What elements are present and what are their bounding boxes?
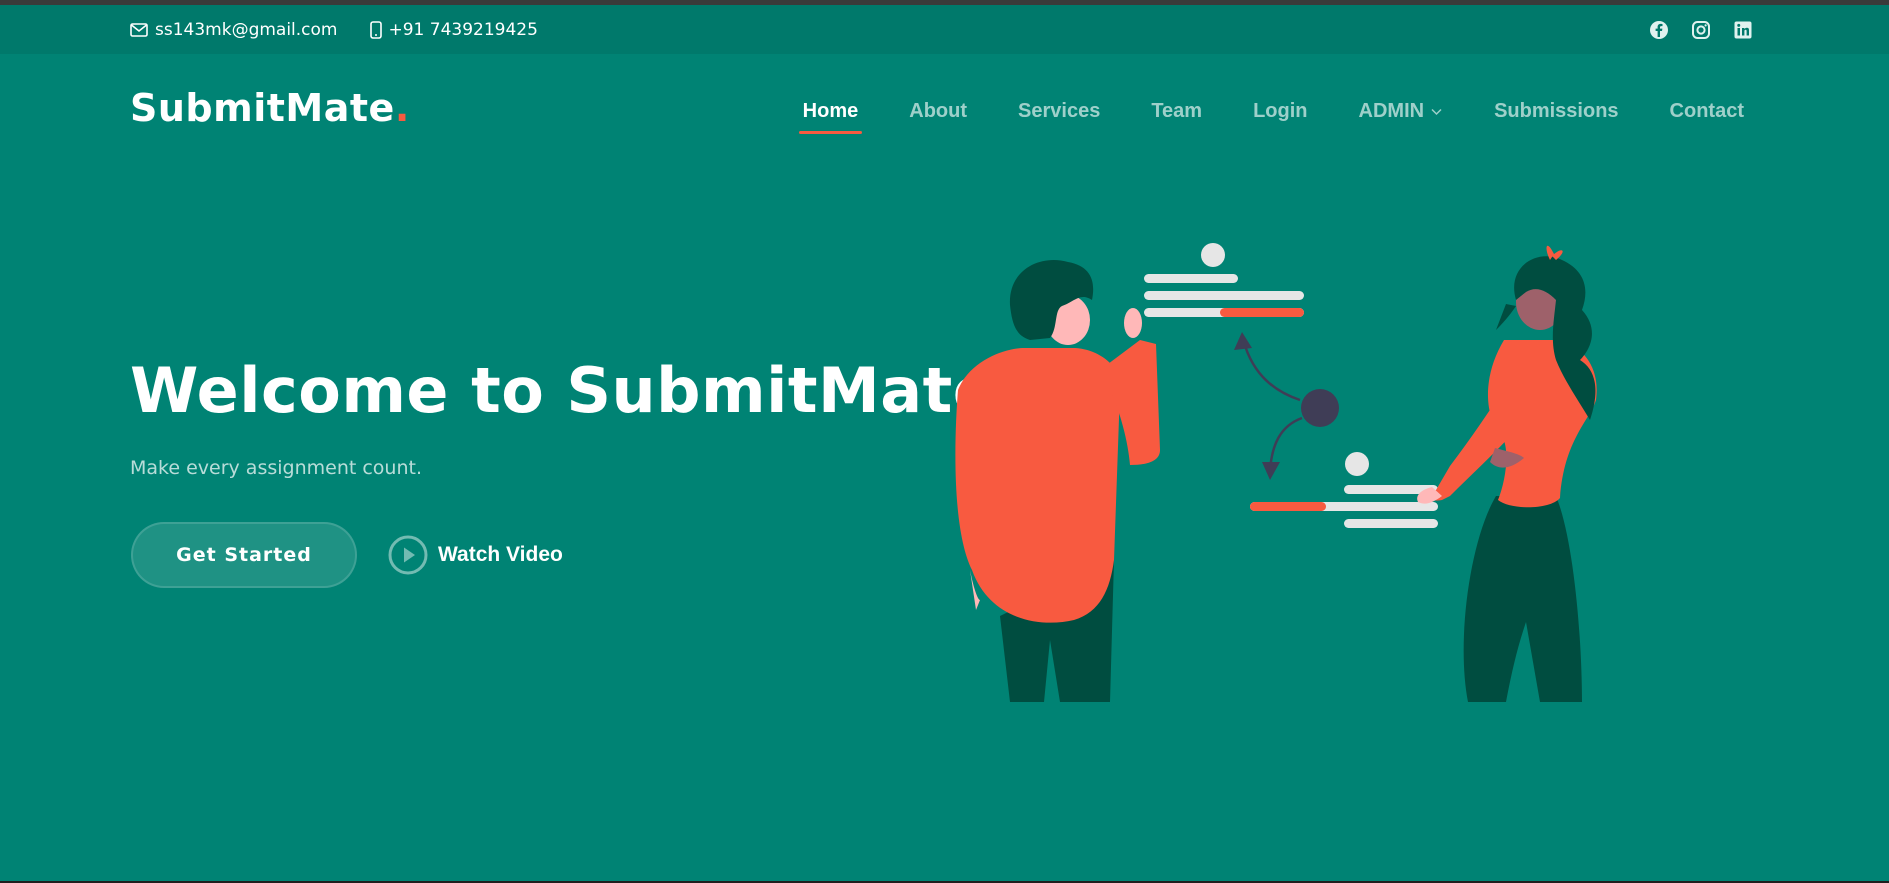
header: SubmitMate. Home About Services Team Log… (0, 54, 1889, 168)
email-text: ss143mk@gmail.com (155, 19, 338, 40)
exchange-arrows (1234, 332, 1339, 480)
hero-subtitle: Make every assignment count. (130, 457, 423, 479)
main-nav: Home About Services Team Login ADMIN Sub… (798, 54, 1748, 168)
social-links (1649, 5, 1753, 54)
play-icon (388, 535, 428, 575)
linkedin-icon[interactable] (1733, 20, 1753, 40)
nav-about[interactable]: About (905, 92, 971, 131)
man-figure (955, 259, 1160, 702)
hero-title: Welcome to SubmitMate (130, 354, 996, 427)
hero-illustration (955, 243, 1597, 702)
instagram-icon[interactable] (1691, 20, 1711, 40)
facebook-icon[interactable] (1649, 20, 1669, 40)
nav-services[interactable]: Services (1014, 92, 1104, 131)
envelope-icon (130, 22, 148, 37)
nav-home[interactable]: Home (798, 92, 863, 134)
top-document-panel (1144, 243, 1304, 317)
woman-figure (1417, 245, 1597, 702)
topbar: ss143mk@gmail.com +91 7439219425 (0, 5, 1889, 54)
nav-admin-label: ADMIN (1358, 99, 1425, 122)
phone-contact[interactable]: +91 7439219425 (369, 19, 538, 40)
nav-login-label: Login (1253, 99, 1308, 122)
nav-home-label: Home (802, 99, 859, 122)
nav-submissions-label: Submissions (1494, 99, 1619, 122)
nav-services-label: Services (1018, 99, 1101, 122)
brand-dot: . (394, 86, 410, 130)
contact-info: ss143mk@gmail.com +91 7439219425 (130, 5, 538, 54)
phone-icon (369, 20, 382, 39)
brand-name: SubmitMate (130, 86, 395, 130)
nav-team[interactable]: Team (1147, 92, 1206, 131)
nav-contact[interactable]: Contact (1666, 92, 1748, 131)
email-contact[interactable]: ss143mk@gmail.com (130, 20, 338, 40)
phone-text: +91 7439219425 (388, 19, 538, 40)
nav-team-label: Team (1151, 99, 1203, 122)
nav-admin-dropdown[interactable]: ADMIN (1355, 92, 1448, 131)
get-started-label: Get Started (176, 544, 312, 566)
nav-contact-label: Contact (1669, 99, 1744, 122)
brand-logo[interactable]: SubmitMate. (130, 89, 410, 127)
get-started-button[interactable]: Get Started (131, 522, 357, 588)
nav-submissions[interactable]: Submissions (1490, 92, 1622, 131)
chevron-down-icon (1431, 108, 1442, 115)
watch-video-button[interactable]: Watch Video (388, 535, 563, 575)
watch-video-label: Watch Video (438, 543, 563, 566)
nav-about-label: About (909, 99, 968, 122)
nav-login[interactable]: Login (1249, 92, 1311, 131)
